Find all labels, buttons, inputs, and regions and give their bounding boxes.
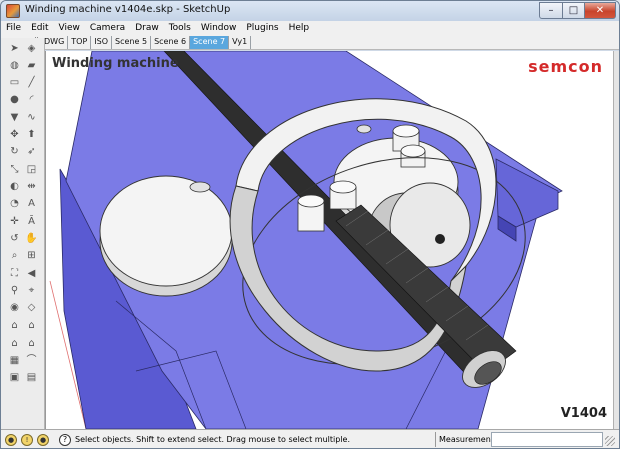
line-icon[interactable]: ╱ [24,75,39,90]
circle-icon[interactable]: ● [7,92,22,107]
menu-window[interactable]: Window [196,23,242,33]
rotate-icon[interactable]: ↻ [7,144,22,159]
left-disc-hole [189,181,211,193]
right-disc-hole [356,124,372,134]
close-button[interactable]: ✕ [584,2,616,19]
tab-scene-6[interactable]: Scene 6 [151,36,191,49]
menu-view[interactable]: View [54,23,85,33]
axes-icon[interactable]: ✛ [7,214,22,229]
winding-machine-model [49,51,563,429]
status-divider [435,432,436,447]
title-bar[interactable]: Winding machine v1404e.skp - SketchUp – … [1,1,619,21]
house-warehouse-icon[interactable]: ⌂ [7,318,22,333]
maximize-button[interactable]: □ [562,2,585,19]
tab-dwg[interactable]: DWG [41,36,69,49]
tab-iso[interactable]: ISO [91,36,113,49]
text-icon[interactable]: A [24,196,39,211]
menu-help[interactable]: Help [284,23,315,33]
3d-viewport[interactable]: Winding machine semcon V1404 [45,51,613,429]
rectangle-icon[interactable]: ▭ [7,75,22,90]
scene-tab-bar: DWG TOP ISO Scene 5 Scene 6 Scene 7 Vy1 [1,35,619,50]
status-hint: Select objects. Shift to extend select. … [75,435,351,444]
zoom-extents-icon[interactable]: ⛶ [7,266,22,281]
orbit-icon[interactable]: ↺ [7,231,22,246]
minimize-button[interactable]: – [539,2,563,19]
component-icon[interactable]: ◈ [24,41,39,56]
sandbox-icon[interactable]: ▦ [7,353,22,368]
3d-text-icon[interactable]: Ā [24,214,39,229]
menu-bar: File Edit View Camera Draw Tools Window … [1,21,619,35]
follow-me-icon[interactable]: ➶ [24,144,39,159]
tape-measure-icon[interactable]: ◐ [7,179,22,194]
resize-grip-icon[interactable] [605,436,615,446]
walk-icon[interactable]: ⚲ [7,283,22,298]
status-bar: ● ! ● ? Select objects. Shift to extend … [1,429,619,448]
tab-top[interactable]: TOP [68,36,92,49]
house-component-icon[interactable]: ⌂ [24,336,39,351]
menu-tools[interactable]: Tools [164,23,196,33]
move-icon[interactable]: ✥ [7,127,22,142]
zoom-icon[interactable]: ⌕ [7,248,22,263]
menu-file[interactable]: File [1,23,26,33]
measurements-label: Measurements [439,435,499,444]
dimension-icon[interactable]: ⇹ [24,179,39,194]
zoom-window-icon[interactable]: ⊞ [24,248,39,263]
guide-roller-top [329,180,357,194]
menu-draw[interactable]: Draw [130,23,164,33]
credits-icon[interactable]: ! [21,434,33,446]
section-plane-icon[interactable]: ◇ [24,300,39,315]
menu-camera[interactable]: Camera [85,23,130,33]
sketchup-window: Winding machine v1404e.skp - SketchUp – … [0,0,620,449]
large-tool-set-toolbar: ➤ ◈ ◍ ▰ ▭ ╱ ● ◜ ▼ ∿ ✥ ⬆ ↻ ➶ ⤡ ◲ ◐ ⇹ ◔ A ✛ Ā ↺ ✋ ⌕ ⊞ ⛶ ◀ ⚲ ⌖ ◉ ◇ ⌂ ⌂ ⌂ ⌂ ▦ ⌒ ▣ ▤ [1,38,45,429]
version-label: V1404 [560,406,607,421]
menu-edit[interactable]: Edit [26,23,53,33]
window-title: Winding machine v1404e.skp - SketchUp [25,4,231,15]
drum-axle [435,234,445,244]
sketchup-app-icon[interactable] [6,4,20,18]
select-arrow-icon[interactable]: ➤ [7,41,22,56]
drape-icon[interactable]: ▤ [24,370,39,385]
look-around-icon[interactable]: ◉ [7,300,22,315]
pan-icon[interactable]: ✋ [24,231,39,246]
scene-tabs: DWG TOP ISO Scene 5 Scene 6 Scene 7 Vy1 [41,36,252,49]
polygon-icon[interactable]: ▼ [7,110,22,125]
paint-bucket-icon[interactable]: ◍ [7,58,22,73]
guide-roller-top [297,194,325,208]
menu-plugins[interactable]: Plugins [241,23,283,33]
position-camera-icon[interactable]: ⌖ [24,283,39,298]
viewport-edge-strip [613,51,619,429]
measurements-input[interactable] [491,432,603,447]
house-get-models-icon[interactable]: ⌂ [24,318,39,333]
freehand-icon[interactable]: ∿ [24,110,39,125]
small-cylinder-top [392,124,420,138]
house-share-icon[interactable]: ⌂ [7,336,22,351]
model-title: Winding machine [52,56,179,71]
help-icon[interactable]: ? [59,434,71,446]
tab-scene-7[interactable]: Scene 7 [190,36,230,49]
stamp-icon[interactable]: ▣ [7,370,22,385]
smoove-icon[interactable]: ⌒ [24,353,39,368]
scale-icon[interactable]: ⤡ [7,162,22,177]
tab-scene-5[interactable]: Scene 5 [112,36,152,49]
semcon-logo: semcon [528,57,603,76]
eraser-icon[interactable]: ▰ [24,58,39,73]
user-account-icon[interactable]: ● [37,434,49,446]
previous-view-icon[interactable]: ◀ [24,266,39,281]
geo-location-icon[interactable]: ● [5,434,17,446]
tab-vy1[interactable]: Vy1 [229,36,252,49]
push-pull-icon[interactable]: ⬆ [24,127,39,142]
small-cylinder-top [400,144,426,158]
left-disc [99,175,233,287]
arc-icon[interactable]: ◜ [24,92,39,107]
offset-icon[interactable]: ◲ [24,162,39,177]
protractor-icon[interactable]: ◔ [7,196,22,211]
